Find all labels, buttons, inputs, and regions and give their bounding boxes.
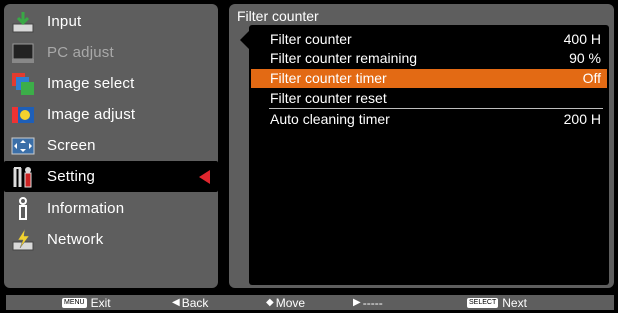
image-adjust-icon [11, 103, 35, 127]
guide-select: SELECT Next [467, 295, 527, 310]
selected-arrow-icon [199, 169, 210, 184]
button-guide-bar: MENU Exit ◀ Back ◆ Move ▶ ----- SELECT N… [6, 295, 614, 310]
guide-next-label: Next [502, 295, 527, 310]
guide-exit-label: Exit [90, 295, 111, 310]
guide-back-label: Back [181, 295, 209, 310]
menu-item-information[interactable]: Information [4, 193, 218, 224]
pc-adjust-icon [11, 41, 35, 65]
main-menu: Input PC adjust Image select Image adjus… [4, 4, 218, 288]
row-label: Filter counter reset [270, 90, 387, 106]
select-key-icon: SELECT [467, 297, 499, 308]
guide-next-arrow-label: ----- [362, 295, 383, 310]
setting-icon [11, 165, 35, 189]
guide-move: ◆ Move [266, 295, 305, 310]
information-icon [11, 196, 35, 221]
menu-label: Screen [47, 137, 96, 154]
image-select-icon [11, 72, 35, 96]
submenu-title: Filter counter [237, 8, 319, 24]
row-filter-counter-remaining[interactable]: Filter counter remaining 90 % [249, 49, 601, 68]
left-arrow-icon: ◀ [172, 297, 180, 308]
menu-item-screen[interactable]: Screen [4, 130, 218, 161]
menu-item-input[interactable]: Input [4, 6, 218, 37]
row-label: Filter counter timer [270, 70, 387, 86]
row-filter-counter-timer[interactable]: Filter counter timer Off [251, 69, 607, 88]
menu-label: Input [47, 13, 82, 30]
menu-item-image-adjust[interactable]: Image adjust [4, 99, 218, 130]
row-value: Off [582, 70, 601, 86]
row-label: Filter counter remaining [270, 50, 418, 66]
up-down-arrow-icon: ◆ [266, 297, 274, 308]
menu-label: Setting [47, 168, 96, 185]
guide-back: ◀ Back [172, 295, 208, 310]
right-arrow-icon: ▶ [353, 297, 361, 308]
row-auto-cleaning-timer[interactable]: Auto cleaning timer 200 H [249, 110, 601, 129]
menu-label: Image adjust [47, 106, 136, 123]
menu-label: Network [47, 231, 104, 248]
menu-key-icon: MENU [62, 297, 87, 308]
guide-move-label: Move [275, 295, 306, 310]
row-value: 200 H [563, 111, 601, 127]
row-filter-counter-reset[interactable]: Filter counter reset [249, 89, 601, 108]
submenu-panel: Filter counter Filter counter 400 H Filt… [229, 4, 614, 288]
guide-exit: MENU Exit [62, 295, 111, 310]
menu-label: Image select [47, 75, 135, 92]
screen-icon [11, 134, 35, 158]
guide-next-arrow: ▶ ----- [353, 295, 383, 310]
menu-item-pc-adjust[interactable]: PC adjust [4, 37, 218, 68]
submenu-list: Filter counter 400 H Filter counter rema… [249, 25, 609, 285]
row-label: Filter counter [270, 31, 352, 47]
row-label: Auto cleaning timer [270, 111, 390, 127]
menu-item-setting[interactable]: Setting [4, 161, 218, 192]
network-icon [11, 228, 35, 252]
osd-menu: Input PC adjust Image select Image adjus… [0, 0, 618, 313]
row-divider [269, 108, 603, 109]
menu-label: Information [47, 200, 125, 217]
row-value: 400 H [563, 31, 601, 47]
input-icon [11, 10, 35, 34]
menu-item-network[interactable]: Network [4, 224, 218, 255]
menu-item-image-select[interactable]: Image select [4, 68, 218, 99]
menu-label: PC adjust [47, 44, 114, 61]
row-filter-counter[interactable]: Filter counter 400 H [249, 30, 601, 49]
row-value: 90 % [569, 50, 601, 66]
